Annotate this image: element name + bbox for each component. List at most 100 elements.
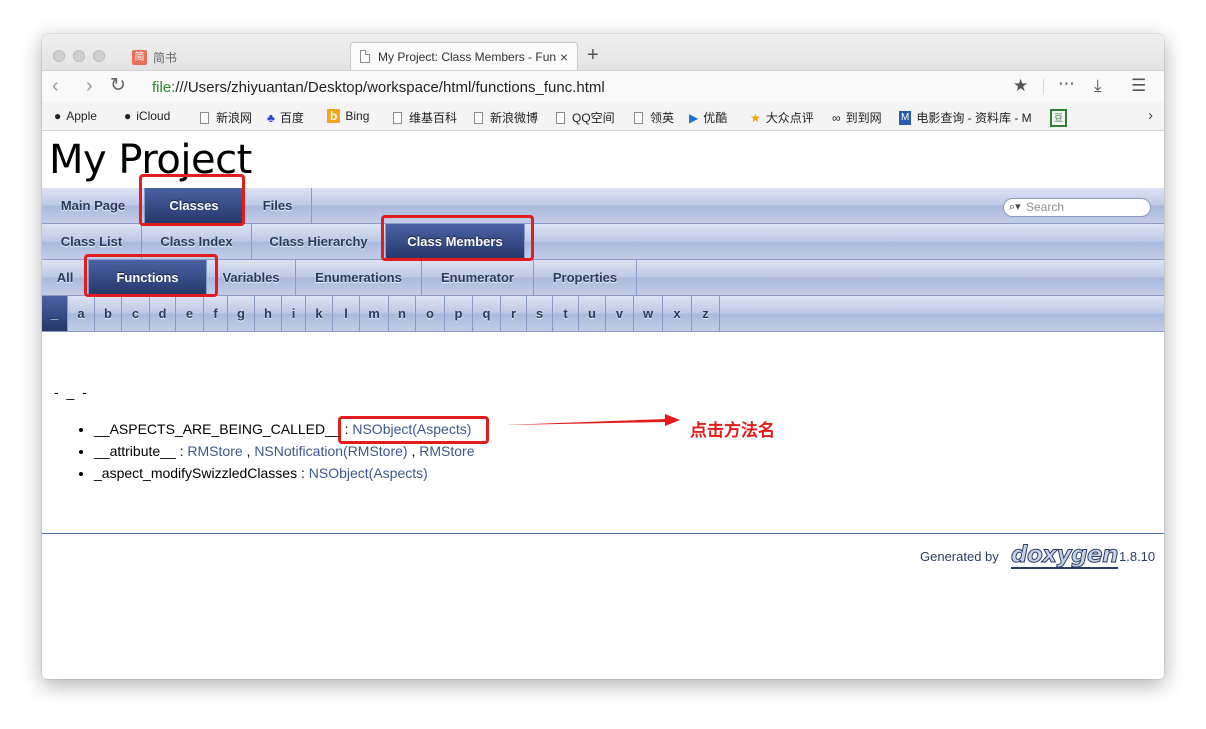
bookmark-icloud[interactable]: ● iCloud [124, 109, 170, 123]
bookmark-bing[interactable]: b Bing [327, 109, 369, 123]
bookmark-linkedin[interactable]: 领英 [634, 109, 674, 126]
page-icon [634, 111, 643, 124]
letter-u[interactable]: u [579, 296, 606, 331]
new-tab-button[interactable]: + [587, 44, 599, 66]
letter-b[interactable]: b [95, 296, 122, 331]
movie-db-icon: M [899, 110, 912, 125]
back-icon[interactable]: ‹ [52, 74, 59, 98]
letter-g[interactable]: g [228, 296, 255, 331]
douban-icon: 豆 [1050, 109, 1068, 127]
page-icon [556, 111, 565, 124]
tab-all[interactable]: All [42, 260, 89, 295]
letter-r[interactable]: r [501, 296, 527, 331]
letter-i[interactable]: i [282, 296, 306, 331]
more-icon[interactable]: ⋯ [1058, 73, 1075, 95]
page-icon [393, 111, 402, 124]
tab-variables[interactable]: Variables [207, 260, 296, 295]
letter-n[interactable]: n [389, 296, 416, 331]
doxygen-logo[interactable]: doxygen [1010, 543, 1119, 569]
tab-enumerations[interactable]: Enumerations [296, 260, 422, 295]
highlight-class-members [381, 215, 534, 261]
bookmark-weibo[interactable]: 新浪微博 [474, 109, 538, 126]
zoom-window-button[interactable] [93, 50, 105, 62]
tab-main-page[interactable]: Main Page [42, 188, 145, 223]
tab-my-project[interactable]: My Project: Class Members - Function × [350, 42, 578, 70]
list-item: __ASPECTS_ARE_BEING_CALLED__ : NSObject(… [94, 418, 474, 440]
close-tab-icon[interactable]: × [560, 49, 568, 65]
letter-x[interactable]: x [663, 296, 692, 331]
letter-underscore[interactable]: _ [42, 296, 68, 331]
close-window-button[interactable] [53, 50, 65, 62]
navigation-bar: ‹ › ↻ file:///Users/zhiyuantan/Desktop/w… [42, 70, 1164, 102]
member-separator: : [340, 421, 353, 437]
letter-p[interactable]: p [445, 296, 473, 331]
letter-w[interactable]: w [634, 296, 663, 331]
bookmark-qzone[interactable]: QQ空间 [556, 109, 615, 126]
reload-icon[interactable]: ↻ [110, 74, 126, 98]
minimize-window-button[interactable] [73, 50, 85, 62]
member-link[interactable]: NSNotification(RMStore) [254, 443, 407, 459]
bookmark-sina[interactable]: 新浪网 [200, 109, 252, 126]
letter-v[interactable]: v [606, 296, 634, 331]
baidu-paw-icon: ♣ [267, 110, 275, 125]
letter-index: _ a b c d e f g h i k l m n o p q r s t u v w x z [42, 296, 1164, 332]
letter-a[interactable]: a [68, 296, 95, 331]
tab-enumerator[interactable]: Enumerator [422, 260, 534, 295]
bookmark-youku[interactable]: ▶ 优酷 [689, 109, 727, 126]
letter-f[interactable]: f [204, 296, 228, 331]
list-item: _aspect_modifySwizzledClasses : NSObject… [94, 462, 474, 484]
address-bar[interactable]: file:///Users/zhiyuantan/Desktop/workspa… [152, 79, 605, 96]
highlight-functions [84, 254, 218, 297]
tab-files[interactable]: Files [244, 188, 312, 223]
bookmarks-bar: ● Apple ● iCloud 新浪网 ♣ 百度 b Bing 维基百科 新浪微博 Q… [42, 102, 1164, 131]
letter-l[interactable]: l [333, 296, 360, 331]
window-controls [53, 49, 113, 67]
jianshu-icon: 简 [132, 49, 147, 65]
member-separator: : [175, 443, 188, 459]
letter-k[interactable]: k [306, 296, 333, 331]
bookmark-apple[interactable]: ● Apple [54, 109, 97, 123]
member-link[interactable]: NSObject(Aspects) [309, 465, 428, 481]
tab-class-hierarchy[interactable]: Class Hierarchy [252, 224, 386, 259]
member-link[interactable]: RMStore [419, 443, 474, 459]
bookmark-movie[interactable]: M 电影查询 - 资料库 - M [899, 109, 1037, 126]
member-link[interactable]: RMStore [187, 443, 242, 459]
member-name: __ASPECTS_ARE_BEING_CALLED__ [94, 421, 341, 437]
bookmark-label: 到到网 [845, 111, 882, 125]
bookmark-wikipedia[interactable]: 维基百科 [393, 109, 457, 126]
bookmark-dianping[interactable]: ★ 大众点评 [750, 109, 814, 126]
letter-q[interactable]: q [473, 296, 501, 331]
letter-d[interactable]: d [150, 296, 176, 331]
doxygen-version: 1.8.10 [1119, 549, 1156, 564]
bing-icon: b [327, 109, 341, 123]
tab-properties[interactable]: Properties [534, 260, 637, 295]
letter-t[interactable]: t [553, 296, 579, 331]
tab-jianshu[interactable]: 简 简书 [132, 47, 177, 67]
download-icon[interactable]: ⤓ [1094, 75, 1102, 97]
footer-divider [42, 533, 1164, 534]
letter-z[interactable]: z [692, 296, 720, 331]
member-separator: : [297, 465, 309, 481]
letter-h[interactable]: h [255, 296, 282, 331]
letter-m[interactable]: m [360, 296, 389, 331]
url-scheme: file: [152, 79, 176, 96]
forward-icon[interactable]: › [86, 74, 93, 98]
youku-play-icon: ▶ [689, 110, 699, 125]
hamburger-icon[interactable]: ☰ [1131, 75, 1146, 97]
letter-c[interactable]: c [122, 296, 150, 331]
letter-s[interactable]: s [527, 296, 553, 331]
bookmark-daodao[interactable]: ∞ 到到网 [832, 109, 882, 126]
star-icon[interactable]: ★ [1013, 75, 1028, 97]
search-input[interactable]: ⌕▾ Search [1003, 198, 1151, 217]
member-name: _aspect_modifySwizzledClasses [94, 465, 298, 481]
bookmark-baidu[interactable]: ♣ 百度 [267, 109, 304, 126]
bookmark-label: 新浪网 [216, 111, 253, 125]
bookmark-label: 领英 [650, 111, 675, 125]
member-link[interactable]: NSObject(Aspects) [352, 421, 471, 437]
bookmark-label: iCloud [136, 109, 171, 123]
letter-o[interactable]: o [416, 296, 445, 331]
chevron-right-icon[interactable]: › [1148, 107, 1153, 124]
bookmark-douban[interactable]: 豆 [1050, 109, 1072, 127]
letter-e[interactable]: e [176, 296, 204, 331]
bookmark-label: QQ空间 [572, 111, 615, 125]
